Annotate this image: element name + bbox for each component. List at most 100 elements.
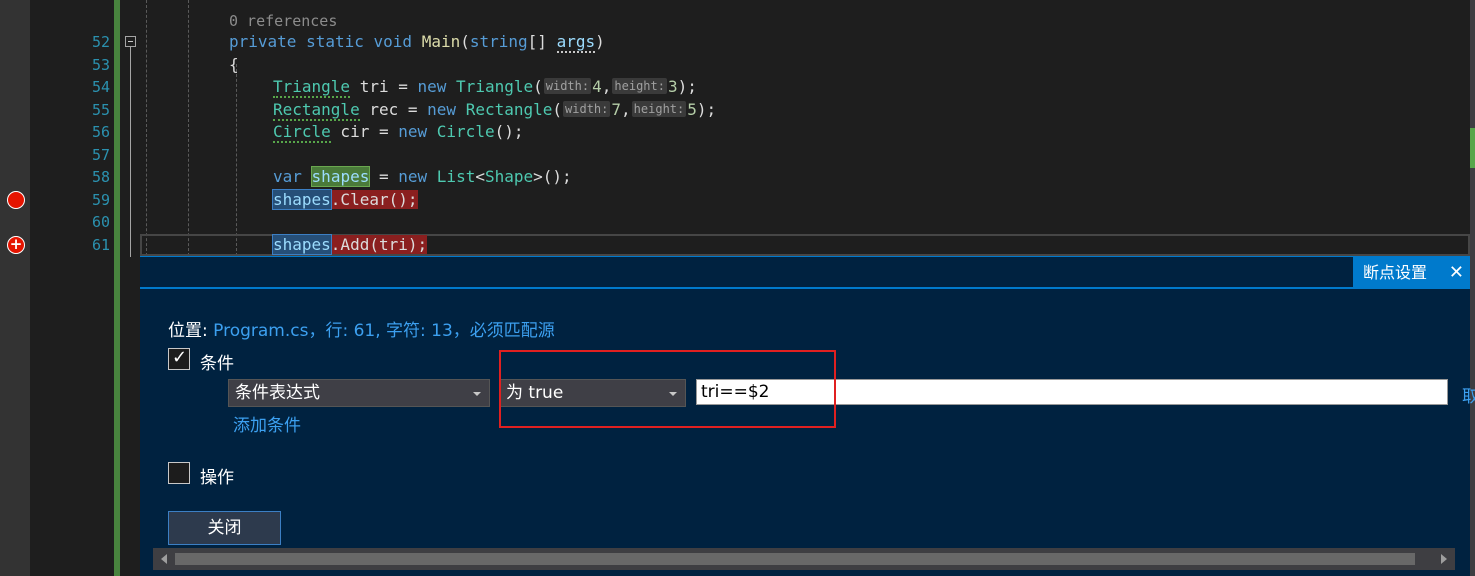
close-icon[interactable]: ✕ [1449, 257, 1464, 289]
punctuation: < [475, 167, 485, 186]
line-number: 59 [91, 191, 110, 209]
annotation-highlight-box [499, 350, 836, 428]
type-name: List [436, 167, 476, 186]
line-number: 53 [91, 56, 110, 74]
number-literal: 4 [592, 77, 602, 96]
condition-type-value: 条件表达式 [235, 383, 320, 403]
condition-type-dropdown[interactable]: 条件表达式 [228, 379, 490, 407]
parameter-name: args [556, 32, 596, 53]
punctuation: ( [552, 100, 563, 119]
scrollbar-change-marker [1470, 128, 1475, 168]
type-name: Triangle [456, 77, 534, 96]
outline-line [130, 47, 131, 257]
number-literal: 7 [611, 100, 622, 119]
code-text: tri = [350, 77, 418, 96]
line-number: 61 [91, 236, 110, 254]
line-number: 56 [91, 123, 110, 141]
type-name: Triangle [273, 77, 351, 98]
punctuation: (); [494, 122, 524, 141]
location-link[interactable]: Program.cs，行: 61, 字符: 13，必须匹配源 [213, 321, 555, 341]
variable-name: shapes [272, 234, 332, 255]
breakpoint-statement: .Add(tri); [330, 235, 428, 254]
code-line-53: { [229, 55, 239, 74]
actions-checkbox[interactable] [168, 462, 190, 484]
breakpoint-icon[interactable] [7, 191, 25, 209]
location-row: 位置: Program.cs，行: 61, 字符: 13，必须匹配源 [168, 316, 555, 341]
inlay-hint: width: [543, 78, 592, 94]
punctuation: , [621, 100, 631, 119]
variable-name: shapes [272, 189, 332, 210]
conditions-label: 条件 [200, 354, 234, 374]
line-number: 58 [91, 168, 110, 186]
panel-title: 断点设置 [1363, 263, 1428, 282]
line-number: 54 [91, 78, 110, 96]
punctuation: ) [595, 32, 605, 51]
line-number: 52 [91, 33, 110, 51]
breakpoint-margin[interactable] [0, 0, 30, 576]
keyword: void [373, 32, 413, 51]
keyword: new [417, 77, 447, 96]
editor-vertical-scrollbar[interactable] [1470, 0, 1475, 576]
breakpoint-settings-panel: 断点设置 ✕ 位置: Program.cs，行: 61, 字符: 13，必须匹配… [140, 256, 1475, 576]
type-name: Circle [273, 122, 331, 143]
type-name: Circle [436, 122, 495, 141]
punctuation: , [601, 77, 612, 96]
collapse-icon[interactable] [125, 36, 136, 47]
conditional-breakpoint-icon[interactable] [7, 235, 25, 254]
inlay-hint: height: [612, 78, 667, 94]
punctuation: ( [533, 77, 543, 96]
indent-guide [146, 0, 147, 256]
scroll-right-icon[interactable] [1441, 554, 1447, 564]
type-name: Rectangle [465, 100, 553, 119]
inlay-hint: width: [563, 101, 611, 117]
line-number: 60 [91, 213, 110, 231]
keyword: new [398, 122, 428, 141]
type-name: Shape [484, 167, 534, 186]
indent-guide [188, 0, 189, 256]
keyword: new [427, 100, 457, 119]
actions-label: 操作 [200, 468, 234, 488]
number-literal: 3 [667, 77, 678, 96]
line-number: 55 [91, 101, 110, 119]
panel-header-line [140, 287, 1470, 289]
line-number-gutter: 52 53 54 55 56 57 58 59 60 61 [30, 0, 110, 576]
code-line-59: shapes.Clear(); [272, 189, 418, 211]
panel-horizontal-scrollbar[interactable] [153, 548, 1455, 570]
inlay-hint: height: [631, 101, 687, 117]
indent-guide [236, 64, 237, 256]
punctuation: ); [696, 100, 717, 119]
keyword: private [229, 32, 297, 51]
line-number: 57 [91, 146, 110, 164]
variable-name: shapes [310, 166, 371, 187]
code-line-58: var shapes = new List<Shape>(); [273, 166, 572, 188]
code-editor[interactable]: 0 references private static void Main(st… [140, 0, 1470, 256]
truncated-link[interactable]: 取 [1462, 382, 1475, 407]
number-literal: 5 [687, 100, 697, 119]
code-line-55: Rectangle rec = new Rectangle(width: 7, he… [273, 99, 716, 121]
location-label: 位置: [168, 321, 214, 341]
add-condition-link[interactable]: 添加条件 [233, 411, 301, 436]
conditions-checkbox[interactable] [168, 347, 190, 370]
chevron-down-icon [473, 392, 481, 396]
code-line-54: Triangle tri = new Triangle(width: 4, heig… [273, 76, 697, 98]
code-line-56: Circle cir = new Circle(); [273, 121, 523, 143]
punctuation: ); [677, 77, 697, 96]
code-text: cir = [330, 122, 399, 141]
close-button[interactable]: 关闭 [168, 511, 281, 545]
type-name: string [469, 32, 528, 51]
scrollbar-thumb[interactable] [175, 553, 1415, 565]
keyword: static [306, 32, 364, 51]
keyword: new [398, 167, 428, 186]
breakpoint-statement: .Clear(); [330, 190, 418, 209]
scroll-left-icon[interactable] [161, 554, 167, 564]
code-text: = [369, 167, 399, 186]
type-name: Rectangle [273, 100, 360, 121]
punctuation: ( [460, 32, 470, 51]
keyword: var [273, 167, 302, 186]
code-text: rec = [359, 100, 428, 119]
method-name: Main [421, 32, 461, 51]
code-line-61: shapes.Add(tri); [272, 234, 428, 256]
codelens-references[interactable]: 0 references [229, 10, 337, 32]
code-line-52: private static void Main(string[] args) [229, 31, 605, 53]
panel-tab: 断点设置 ✕ [1353, 257, 1470, 289]
